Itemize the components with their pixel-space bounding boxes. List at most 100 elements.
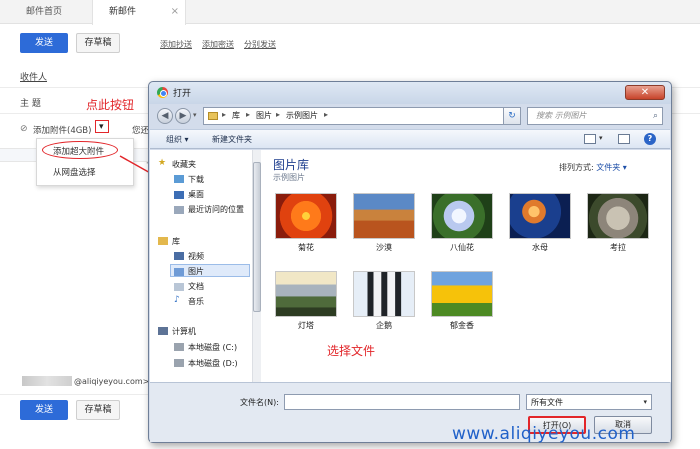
dialog-title: 打开 xyxy=(173,89,192,99)
drive-icon xyxy=(174,359,184,367)
thumbnail-jellyfish[interactable] xyxy=(509,193,571,239)
dialog-title-bar: 打开 ✕ xyxy=(149,82,671,104)
annotation-select-file: 选择文件 xyxy=(327,344,376,358)
watermark: www.aliqiyeyou.com xyxy=(452,424,636,444)
nav-scrollbar[interactable] xyxy=(252,150,261,382)
desktop-icon xyxy=(174,191,184,199)
send-button[interactable]: 发送 xyxy=(20,33,68,53)
tab-new-mail-label: 新邮件 xyxy=(109,7,137,17)
add-cc-link[interactable]: 添加抄送 xyxy=(160,39,192,50)
file-label[interactable]: 企鹅 xyxy=(352,320,416,331)
attach-icon: ⊘ xyxy=(20,124,28,134)
nav-recent-places[interactable]: 最近访问的位置 xyxy=(188,204,244,215)
file-type-value: 所有文件 xyxy=(531,398,563,407)
back-icon[interactable]: ◀ xyxy=(157,108,173,124)
nav-pictures[interactable]: 图片 xyxy=(188,266,204,277)
folder-icon xyxy=(208,112,218,120)
drive-icon xyxy=(174,343,184,351)
nav-downloads[interactable]: 下载 xyxy=(188,174,204,185)
nav-favorites[interactable]: 收藏夹 xyxy=(172,159,196,170)
save-draft-button-bottom[interactable]: 存草稿 xyxy=(76,400,120,420)
filename-label: 文件名(N): xyxy=(240,398,279,407)
close-icon[interactable]: × xyxy=(171,0,179,24)
pictures-icon xyxy=(174,268,184,276)
nav-drive-c[interactable]: 本地磁盘 (C:) xyxy=(188,342,237,353)
music-icon: ♪ xyxy=(174,295,180,305)
save-draft-button[interactable]: 存草稿 xyxy=(76,33,120,53)
file-label[interactable]: 沙漠 xyxy=(352,242,416,253)
thumbnail-desert[interactable] xyxy=(353,193,415,239)
breadcrumb-pictures[interactable]: 图片 xyxy=(256,110,272,121)
arrange-by[interactable]: 排列方式: 文件夹 ▾ xyxy=(559,162,627,173)
breadcrumb-libraries[interactable]: 库 xyxy=(232,110,240,121)
refresh-icon[interactable]: ↻ xyxy=(503,107,521,125)
tab-bar: 邮件首页 新邮件 × xyxy=(0,0,700,25)
new-folder-button[interactable]: 新建文件夹 xyxy=(212,134,252,145)
separate-send-link[interactable]: 分别发送 xyxy=(244,39,276,50)
thumbnail-chrysanthemum[interactable] xyxy=(275,193,337,239)
blurred-sender-name xyxy=(22,376,72,386)
search-input[interactable]: 搜索 示例图片 ⌕ xyxy=(527,107,663,125)
thumbnail-penguins[interactable] xyxy=(353,271,415,317)
file-label[interactable]: 灯塔 xyxy=(274,320,338,331)
file-label[interactable]: 八仙花 xyxy=(430,242,494,253)
view-options-icon[interactable] xyxy=(584,134,596,144)
search-icon[interactable]: ⌕ xyxy=(653,111,658,121)
chrome-icon xyxy=(157,87,168,98)
recent-places-icon xyxy=(174,206,184,214)
breadcrumb-sample-pictures[interactable]: 示例图片 xyxy=(286,110,318,121)
highlight-box xyxy=(95,120,109,133)
subject-label: 主 题 xyxy=(20,99,41,109)
scrollbar-thumb[interactable] xyxy=(253,162,261,312)
file-type-select[interactable]: 所有文件 ▾ xyxy=(526,394,652,410)
file-label[interactable]: 菊花 xyxy=(274,242,338,253)
search-placeholder: 搜索 示例图片 xyxy=(536,111,587,120)
file-label[interactable]: 考拉 xyxy=(586,242,650,253)
attach-hint-text: 您还 xyxy=(132,126,150,136)
forward-icon[interactable]: ▶ xyxy=(175,108,191,124)
nav-music[interactable]: 音乐 xyxy=(188,296,204,307)
address-bar[interactable]: ▸ 库 ▸ 图片 ▸ 示例图片 ▸ ▾ xyxy=(203,107,519,125)
annotation-click-here: 点此按钮 xyxy=(86,98,135,112)
file-label[interactable]: 郁金香 xyxy=(430,320,494,331)
view-dropdown-icon[interactable]: ▾ xyxy=(599,134,603,142)
nav-libraries[interactable]: 库 xyxy=(172,236,180,247)
arrange-by-value[interactable]: 文件夹 ▾ xyxy=(596,163,627,172)
compose-toolbar: 发送 存草稿 添加抄送 添加密送 分别发送 xyxy=(0,24,700,64)
divider xyxy=(0,394,148,395)
command-bar: 组织 ▾ 新建文件夹 ▾ ? xyxy=(150,129,670,149)
library-icon xyxy=(158,237,168,245)
history-dropdown-icon[interactable]: ▾ xyxy=(193,111,197,119)
download-icon xyxy=(174,175,184,183)
thumbnail-koala[interactable] xyxy=(587,193,649,239)
sender-email: @aliqiyeyou.com> xyxy=(74,377,150,386)
tab-new-mail[interactable]: 新邮件 × xyxy=(92,0,186,25)
nav-desktop[interactable]: 桌面 xyxy=(188,189,204,200)
open-file-dialog: 打开 ✕ ◀ ▶ ▾ ▸ 库 ▸ 图片 ▸ 示例图片 ▸ ▾ ↻ 搜索 示例图片… xyxy=(148,81,672,443)
thumbnail-lighthouse[interactable] xyxy=(275,271,337,317)
thumbnail-tulips[interactable] xyxy=(431,271,493,317)
thumbnail-hydrangeas[interactable] xyxy=(431,193,493,239)
highlight-ellipse xyxy=(42,141,118,159)
tab-mail-home[interactable]: 邮件首页 xyxy=(0,0,92,24)
menu-item-choose-from-netdisk[interactable]: 从网盘选择 xyxy=(37,163,135,183)
attach-label[interactable]: 添加附件(4GB) xyxy=(33,124,91,136)
filename-input[interactable] xyxy=(284,394,520,410)
recipient-label[interactable]: 收件人 xyxy=(20,70,47,83)
library-subtitle: 示例图片 xyxy=(273,173,305,182)
star-icon: ★ xyxy=(158,158,167,168)
library-title: 图片库 xyxy=(273,158,310,172)
organize-menu[interactable]: 组织 ▾ xyxy=(166,134,189,145)
add-bcc-link[interactable]: 添加密送 xyxy=(202,39,234,50)
dialog-close-button[interactable]: ✕ xyxy=(625,85,665,100)
nav-computer[interactable]: 计算机 xyxy=(172,326,196,337)
help-icon[interactable]: ? xyxy=(644,133,656,145)
nav-videos[interactable]: 视频 xyxy=(188,251,204,262)
preview-pane-icon[interactable] xyxy=(618,134,630,144)
send-button-bottom[interactable]: 发送 xyxy=(20,400,68,420)
file-label[interactable]: 水母 xyxy=(508,242,572,253)
nav-drive-d[interactable]: 本地磁盘 (D:) xyxy=(188,358,238,369)
navigation-pane: ★ 收藏夹 下载 桌面 最近访问的位置 库 视频 图片 文档 ♪ 音乐 计算机 … xyxy=(150,150,260,382)
file-list-pane: 图片库 示例图片 排列方式: 文件夹 ▾ 菊花 沙漠 八仙花 水母 考拉 灯塔 … xyxy=(261,150,671,382)
nav-documents[interactable]: 文档 xyxy=(188,281,204,292)
